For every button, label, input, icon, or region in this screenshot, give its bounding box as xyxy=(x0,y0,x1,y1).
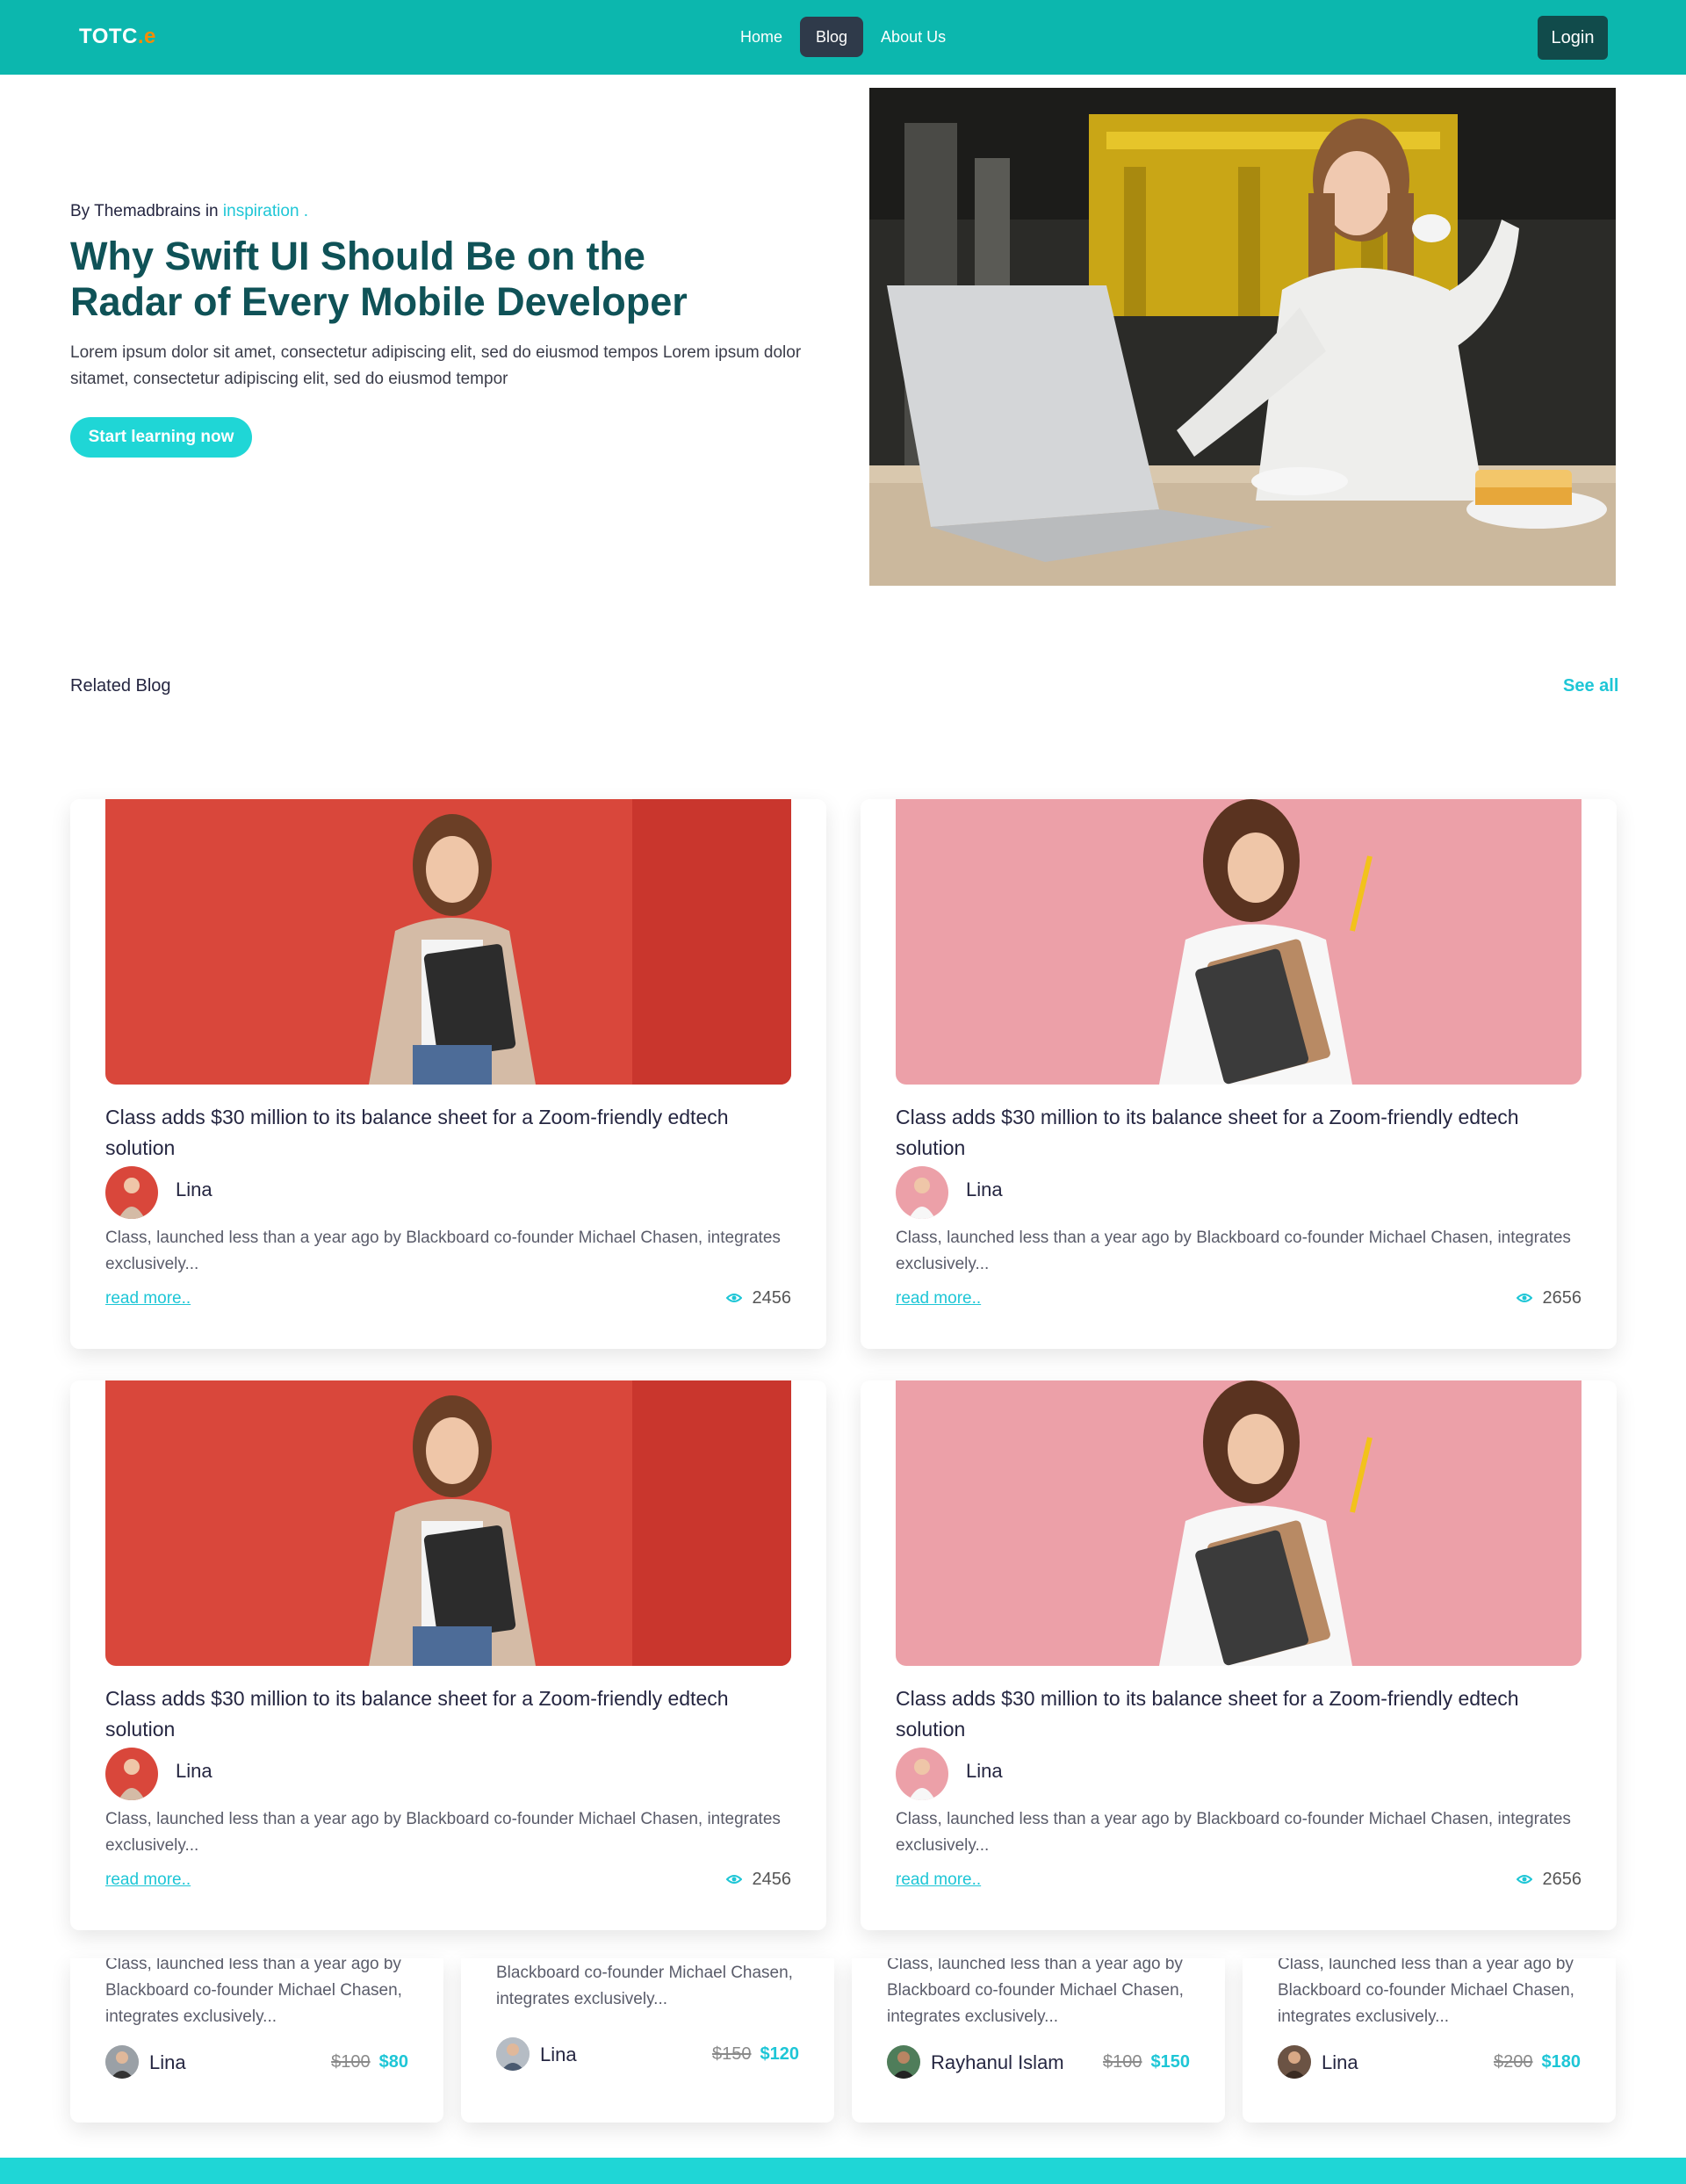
login-button[interactable]: Login xyxy=(1538,16,1608,60)
read-more-link[interactable]: read more.. xyxy=(105,1289,191,1308)
view-count: 2656 xyxy=(1516,1870,1582,1890)
blog-card[interactable]: Class adds $30 million to its balance sh… xyxy=(70,799,826,1349)
blog-card-description: Class, launched less than a year ago by … xyxy=(896,1810,1571,1855)
view-count-value: 2456 xyxy=(752,1870,792,1889)
eye-icon xyxy=(725,1870,742,1890)
author-avatar xyxy=(1278,2045,1311,2079)
blog-card-author: Lina xyxy=(966,1760,1003,1782)
start-learning-button[interactable]: Start learning now xyxy=(70,417,252,458)
old-price: $100 xyxy=(331,2052,371,2072)
course-price: $100 $80 xyxy=(331,2052,408,2072)
blog-card-author: Lina xyxy=(176,1178,213,1200)
blog-card-description: Class, launched less than a year ago by … xyxy=(105,1810,781,1855)
author-avatar xyxy=(105,1748,158,1800)
course-price: $150 $120 xyxy=(712,2044,799,2065)
course-card-description: Class, launched less than a year ago by … xyxy=(1278,1958,1574,2026)
eye-icon xyxy=(725,1288,742,1308)
hero-description: Lorem ipsum dolor sit amet, consectetur … xyxy=(70,343,802,388)
logo-dot: .e xyxy=(137,25,156,48)
hero-byline: By Themadbrains in inspiration . xyxy=(70,202,308,221)
view-count: 2456 xyxy=(725,1870,792,1890)
view-count-value: 2456 xyxy=(752,1288,792,1308)
hero-image xyxy=(869,88,1616,586)
author-avatar xyxy=(896,1166,948,1219)
blog-card-image xyxy=(105,799,791,1085)
logo[interactable]: TOTC.e xyxy=(79,25,156,49)
blog-card-description: Class, launched less than a year ago by … xyxy=(105,1229,781,1273)
old-price: $100 xyxy=(1103,2052,1142,2072)
author-avatar xyxy=(887,2045,920,2079)
view-count: 2456 xyxy=(725,1288,792,1308)
view-count-value: 2656 xyxy=(1542,1870,1582,1889)
course-price: $100 $150 xyxy=(1103,2052,1190,2072)
blog-card-image xyxy=(105,1380,791,1666)
byline-category-link[interactable]: inspiration . xyxy=(223,202,308,220)
blog-card-title[interactable]: Class adds $30 million to its balance sh… xyxy=(896,1102,1582,1164)
blog-card-title[interactable]: Class adds $30 million to its balance sh… xyxy=(896,1683,1582,1745)
author-avatar xyxy=(105,1166,158,1219)
course-card-author: Lina xyxy=(149,2051,186,2073)
blog-card-author: Lina xyxy=(176,1760,213,1782)
blog-card[interactable]: Class adds $30 million to its balance sh… xyxy=(70,1380,826,1930)
eye-icon xyxy=(1516,1288,1532,1308)
blog-card-title[interactable]: Class adds $30 million to its balance sh… xyxy=(105,1102,791,1164)
course-price: $200 $180 xyxy=(1494,2052,1581,2072)
read-more-link[interactable]: read more.. xyxy=(105,1870,191,1890)
old-price: $200 xyxy=(1494,2052,1533,2072)
eye-icon xyxy=(1516,1870,1532,1890)
footer-bar xyxy=(0,2158,1686,2184)
new-price: $120 xyxy=(760,2044,800,2064)
blog-card-description: Class, launched less than a year ago by … xyxy=(896,1229,1571,1273)
blog-card[interactable]: Class adds $30 million to its balance sh… xyxy=(861,799,1617,1349)
course-card-description: Class, launched less than a year ago by … xyxy=(887,1958,1184,2026)
nav-link-about-us[interactable]: About Us xyxy=(868,17,958,57)
author-avatar xyxy=(105,2045,139,2079)
nav-link-home[interactable]: Home xyxy=(728,17,795,57)
logo-text: TOTC xyxy=(79,25,138,48)
top-navbar: TOTC.e Home Blog About Us Login xyxy=(0,0,1686,75)
course-card-description: Blackboard co-founder Michael Chasen, in… xyxy=(496,1964,793,2008)
course-card-description: Class, launched less than a year ago by … xyxy=(105,1958,402,2026)
view-count: 2656 xyxy=(1516,1288,1582,1308)
old-price: $150 xyxy=(712,2044,752,2064)
blog-card-title[interactable]: Class adds $30 million to its balance sh… xyxy=(105,1683,791,1745)
nav-link-blog[interactable]: Blog xyxy=(800,17,864,57)
course-card-author: Rayhanul Islam xyxy=(931,2051,1064,2073)
author-avatar xyxy=(896,1748,948,1800)
course-card-author: Lina xyxy=(1322,2051,1358,2073)
course-card[interactable]: Blackboard co-founder Michael Chasen, in… xyxy=(461,1958,834,2123)
new-price: $80 xyxy=(378,2052,408,2072)
new-price: $180 xyxy=(1541,2052,1582,2072)
read-more-link[interactable]: read more.. xyxy=(896,1870,981,1890)
byline-author: By Themadbrains in xyxy=(70,202,223,220)
see-all-link[interactable]: See all xyxy=(1563,676,1618,696)
blog-card-author: Lina xyxy=(966,1178,1003,1200)
blog-card-image xyxy=(896,799,1582,1085)
new-price: $150 xyxy=(1150,2052,1191,2072)
hero-title: Why Swift UI Should Be on the Radar of E… xyxy=(70,234,688,324)
course-card[interactable]: Class, launched less than a year ago by … xyxy=(1243,1958,1616,2123)
blog-card[interactable]: Class adds $30 million to its balance sh… xyxy=(861,1380,1617,1930)
author-avatar xyxy=(496,2037,530,2071)
blog-card-image xyxy=(896,1380,1582,1666)
nav-links: Home Blog About Us xyxy=(728,17,958,57)
course-card-author: Lina xyxy=(540,2043,577,2065)
related-blog-title: Related Blog xyxy=(70,676,171,696)
view-count-value: 2656 xyxy=(1542,1288,1582,1308)
course-card[interactable]: Class, launched less than a year ago by … xyxy=(70,1958,443,2123)
read-more-link[interactable]: read more.. xyxy=(896,1289,981,1308)
course-card[interactable]: Class, launched less than a year ago by … xyxy=(852,1958,1225,2123)
